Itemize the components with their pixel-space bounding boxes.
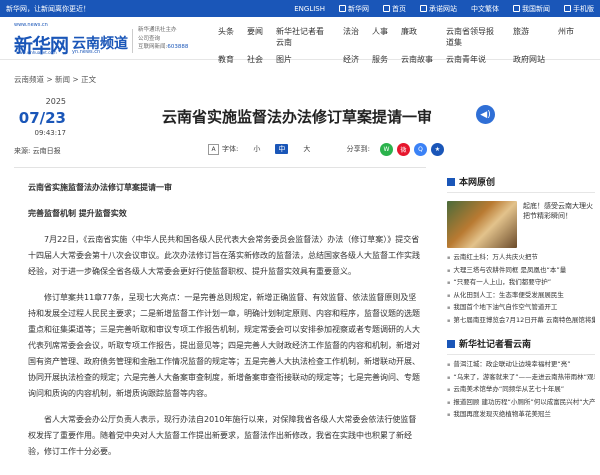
topbar-mobile-link[interactable]: 手机版 [564, 4, 594, 14]
wechat-share-icon[interactable]: W [380, 142, 393, 156]
nav-item[interactable]: 法治 [343, 26, 359, 48]
list-item[interactable]: 报道回顾 建功历程“小厕所”何以成富民兴村“大产业” [447, 397, 595, 410]
nav-item[interactable]: 政府网站 [513, 54, 545, 65]
nav-item[interactable]: 经济 [343, 54, 359, 65]
audio-play-button[interactable]: ◀) [476, 105, 495, 124]
nav-item[interactable]: 旅游 [513, 26, 545, 48]
nav-item[interactable]: 廉政 [401, 26, 433, 48]
site-header: www.news.cn 新华网 www.xinhuanet.com 云南频道 y… [0, 17, 600, 64]
featured-photo[interactable] [447, 201, 517, 248]
topbar-promise-link[interactable]: 承诺网站 [420, 4, 457, 14]
home-icon [339, 5, 346, 12]
reporter-news-list: 普洱江城：政企联动让边境幸福村更“亮” “乌来了，游客就来了”——走进云南热带雨… [447, 359, 595, 422]
site-slogan: 新华网，让新闻离你更近！ [6, 4, 90, 13]
section-marker-icon [447, 339, 455, 348]
main-nav: 头条 要闻 新华社记者看云南 法治 人事 廉政 云南省领导报道集 旅游 州市 教… [218, 26, 600, 65]
qq-share-icon[interactable]: Q [414, 142, 427, 156]
qzone-share-icon[interactable]: ★ [431, 142, 444, 156]
page-title: 云南省实施监督法办法修订草案提请一审 [162, 108, 433, 126]
list-item[interactable]: 我国首个地下油气自作空气管道开工 [447, 302, 595, 315]
article-toolbar: A 字体: 小 中 大 分享到: W 微 Q ★ [208, 142, 444, 156]
list-item[interactable]: 云南红土科：万人共庆火把节 [447, 252, 595, 265]
nav-item[interactable]: 新华社记者看云南 [276, 26, 330, 48]
nav-item[interactable]: 州市 [558, 26, 574, 48]
section-marker-icon [447, 177, 455, 186]
list-item[interactable]: 云南美术馆举办“同频华从艺七十年展” [447, 384, 595, 397]
nav-item[interactable]: 云南故事 [401, 54, 433, 65]
topbar-news-link[interactable]: 我国新闻 [513, 4, 550, 14]
article-paragraph: 省人大常委会办公厅负责人表示，现行办法自2010年施行以来，对保障我省各级人大常… [28, 415, 417, 456]
share-label: 分享到: [346, 145, 370, 153]
publish-month-day: 07/23 [18, 109, 66, 127]
weibo-share-icon[interactable]: 微 [397, 142, 410, 156]
topbar-xinhua-link[interactable]: 新华网 [339, 4, 369, 14]
article-source: 来源: 云南日报 [14, 147, 61, 155]
nav-item[interactable]: 图片 [276, 54, 330, 65]
featured-caption[interactable]: 起底！感受云南大理火把节精彩瞬间！ [523, 201, 593, 248]
divider [14, 167, 426, 168]
license-info: 新华通讯社主办 公司查询 互联网新闻:603888 [138, 27, 189, 50]
divider [132, 29, 133, 53]
news-icon [513, 5, 520, 12]
font-size-medium[interactable]: 中 [275, 144, 289, 154]
article-body: 云南省实施监督法办法修订草案提请一审 完善监督机制 提升监督实效 7月22日，《… [28, 180, 424, 470]
featured-story[interactable]: 起底！感受云南大理火把节精彩瞬间！ [447, 201, 595, 248]
list-item[interactable]: 我国再度发现灭绝植物革花美冠兰 [447, 409, 595, 422]
top-bar: 新华网，让新闻离你更近！ ENGLISH 新华网 首页 承诺网站 中文繁体 我国… [0, 0, 600, 17]
breadcrumb[interactable]: 云南频道 > 新闻 > 正文 [14, 74, 96, 85]
nav-item[interactable]: 教育 [218, 54, 234, 65]
nav-item[interactable]: 云南青年说 [446, 54, 500, 65]
original-news-list: 云南红土科：万人共庆火把节 大理三塔与农耕件同框 是凤凰也“本”量 “只要有一人… [447, 252, 595, 327]
nav-item[interactable]: 人事 [372, 26, 388, 48]
home-icon [383, 5, 390, 12]
article-subheading: 完善监督机制 提升监督实效 [28, 209, 127, 218]
publish-time: 09:43:17 [34, 129, 66, 137]
article-heading: 云南省实施监督法办法修订草案提请一审 [28, 183, 172, 192]
article-paragraph: 修订草案共11章77条，呈现七大亮点：一是完善总则规定，新增正确监督、有效监督、… [28, 293, 420, 398]
nav-item[interactable]: 要闻 [247, 26, 263, 48]
font-label: 字体: [222, 145, 239, 153]
nav-item[interactable]: 云南省领导报道集 [446, 26, 500, 48]
list-item[interactable]: 第七届南亚博览会7月12日开幕 云南特色展馆将集亮相 [447, 315, 595, 328]
mobile-icon [564, 5, 571, 12]
font-size-large[interactable]: 大 [300, 144, 313, 154]
nav-item[interactable]: 社会 [247, 54, 263, 65]
list-item[interactable]: “只要有一人上山，我们都要守护” [447, 277, 595, 290]
topbar-english-link[interactable]: ENGLISH [294, 5, 325, 13]
sidebar: 本网原创 起底！感受云南大理火把节精彩瞬间！ 云南红土科：万人共庆火把节 大理三… [447, 175, 595, 422]
nav-item[interactable]: 头条 [218, 26, 234, 48]
publish-date: 2025 07/23 09:43:17 [14, 97, 66, 137]
publish-year: 2025 [45, 97, 66, 106]
list-item[interactable]: 从化田到人工：生态率便受发展展民生 [447, 290, 595, 303]
list-item[interactable]: 大理三塔与农耕件同框 是凤凰也“本”量 [447, 265, 595, 278]
article-paragraph: 7月22日，《云南省实施〈中华人民共和国各级人民代表大会常务委员会监督法〉办法（… [28, 235, 420, 276]
document-icon [420, 5, 427, 12]
topbar-home-link[interactable]: 首页 [383, 4, 406, 14]
topbar-traditional-link[interactable]: 中文繁体 [471, 4, 499, 14]
sidebar-section-title: 本网原创 [447, 175, 595, 193]
font-size-small[interactable]: 小 [250, 144, 263, 154]
channel-url: yn.news.cn [72, 49, 101, 55]
list-item[interactable]: 普洱江城：政企联动让边境幸福村更“亮” [447, 359, 595, 372]
nav-item[interactable]: 服务 [372, 54, 388, 65]
font-icon: A [208, 143, 219, 155]
list-item[interactable]: “乌来了，游客就来了”——走进云南热带雨林“观鸟秘境” [447, 372, 595, 385]
speaker-icon: ◀) [480, 109, 491, 120]
sidebar-section-title: 新华社记者看云南 [447, 337, 595, 355]
